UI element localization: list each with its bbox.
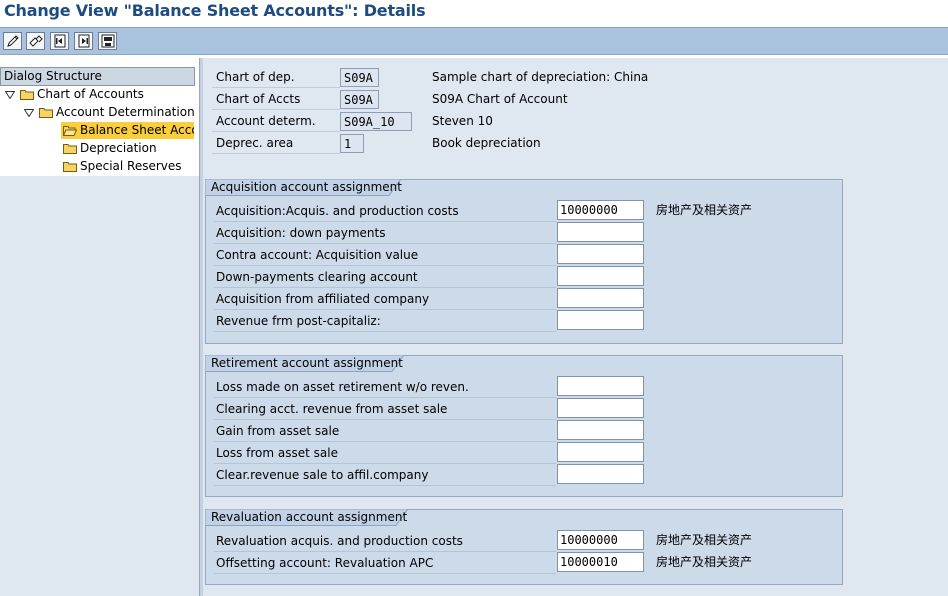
page-title: Change View "Balance Sheet Accounts": De… xyxy=(4,1,426,20)
details-area: Chart of dep. S09A Sample chart of depre… xyxy=(203,58,948,596)
account-description: 房地产及相关资产 xyxy=(656,555,753,569)
tree-item-balance-sheet-accounts[interactable]: Balance Sheet Accou xyxy=(61,122,194,139)
previous-entry-icon[interactable] xyxy=(50,32,69,50)
account-input[interactable] xyxy=(557,266,644,286)
row-label: Gain from asset sale xyxy=(214,420,556,442)
triangle-down-icon[interactable] xyxy=(23,107,35,119)
display-change-icon[interactable] xyxy=(26,32,45,50)
field-desc-account-determ: Steven 10 xyxy=(432,114,493,128)
sidebar-background xyxy=(0,176,199,596)
dialog-structure-panel: Dialog Structure Chart of Accounts Accou… xyxy=(0,58,199,596)
group-acquisition: Acquisition account assignment Acquisiti… xyxy=(205,179,843,344)
tree-item-depreciation[interactable]: Depreciation xyxy=(63,140,157,157)
folder-icon xyxy=(63,161,77,172)
row-label: Down-payments clearing account xyxy=(214,266,556,288)
account-input[interactable] xyxy=(557,288,644,308)
row-label: Clearing acct. revenue from asset sale xyxy=(214,398,556,420)
account-input[interactable] xyxy=(557,398,644,418)
row-label: Acquisition: down payments xyxy=(214,222,556,244)
account-input[interactable] xyxy=(557,244,644,264)
account-input[interactable] xyxy=(557,222,644,242)
next-entry-icon[interactable] xyxy=(74,32,93,50)
folder-icon xyxy=(39,107,53,118)
field-desc-chart-of-accts: S09A Chart of Account xyxy=(432,92,568,106)
row-label: Offsetting account: Revaluation APC xyxy=(214,552,556,574)
save-list-icon[interactable] xyxy=(98,32,117,50)
tree-item-chart-of-accounts[interactable]: Chart of Accounts xyxy=(4,86,144,103)
group-revaluation: Revaluation account assignment Revaluati… xyxy=(205,509,843,585)
field-label-deprec-area: Deprec. area xyxy=(212,133,340,154)
row-label: Revaluation acquis. and production costs xyxy=(214,530,556,552)
row-label: Loss made on asset retirement w/o reven. xyxy=(214,376,556,398)
tree-item-label: Special Reserves xyxy=(80,159,182,173)
account-input[interactable] xyxy=(557,464,644,484)
field-value-account-determ: S09A_10 xyxy=(340,112,412,131)
account-input[interactable]: 10000010 xyxy=(557,552,644,572)
field-label-chart-of-dep: Chart of dep. xyxy=(212,67,340,88)
account-description: 房地产及相关资产 xyxy=(656,203,753,217)
account-input[interactable]: 10000000 xyxy=(557,530,644,550)
row-label: Contra account: Acquisition value xyxy=(214,244,556,266)
row-label: Acquisition from affiliated company xyxy=(214,288,556,310)
field-desc-deprec-area: Book depreciation xyxy=(432,136,541,150)
field-value-chart-of-dep: S09A xyxy=(340,68,379,87)
folder-icon xyxy=(63,143,77,154)
tree-item-label: Depreciation xyxy=(80,141,157,155)
field-desc-chart-of-dep: Sample chart of depreciation: China xyxy=(432,70,649,84)
row-label: Loss from asset sale xyxy=(214,442,556,464)
account-input[interactable]: 10000000 xyxy=(557,200,644,220)
field-label-account-determ: Account determ. xyxy=(212,111,340,132)
tree-item-label: Account Determination xyxy=(56,105,195,119)
group-title: Revaluation account assignment xyxy=(205,509,408,526)
row-label: Clear.revenue sale to affil.company xyxy=(214,464,556,486)
tree-item-label: Balance Sheet Accou xyxy=(80,123,194,137)
triangle-down-icon[interactable] xyxy=(4,89,16,101)
account-input[interactable] xyxy=(557,376,644,396)
tree-item-account-determination[interactable]: Account Determination xyxy=(23,104,195,121)
dialog-structure-header: Dialog Structure xyxy=(0,67,195,86)
folder-icon xyxy=(20,89,34,100)
field-value-chart-of-accts: S09A xyxy=(340,90,379,109)
group-retirement: Retirement account assignment Loss made … xyxy=(205,355,843,497)
field-value-deprec-area: 1 xyxy=(340,134,364,153)
open-folder-icon xyxy=(63,125,77,136)
field-label-chart-of-accts: Chart of Accts xyxy=(212,89,340,110)
account-input[interactable] xyxy=(557,310,644,330)
application-toolbar xyxy=(0,27,948,55)
account-input[interactable] xyxy=(557,420,644,440)
title-bar: Change View "Balance Sheet Accounts": De… xyxy=(0,0,948,24)
group-title: Retirement account assignment xyxy=(205,355,404,372)
account-input[interactable] xyxy=(557,442,644,462)
row-label: Revenue frm post-capitaliz: xyxy=(214,310,556,332)
group-title: Acquisition account assignment xyxy=(205,179,402,196)
account-description: 房地产及相关资产 xyxy=(656,533,753,547)
row-label: Acquisition:Acquis. and production costs xyxy=(214,200,556,222)
pencil-icon[interactable] xyxy=(3,32,22,50)
tree-item-label: Chart of Accounts xyxy=(37,87,144,101)
tree-item-special-reserves[interactable]: Special Reserves xyxy=(63,158,182,175)
